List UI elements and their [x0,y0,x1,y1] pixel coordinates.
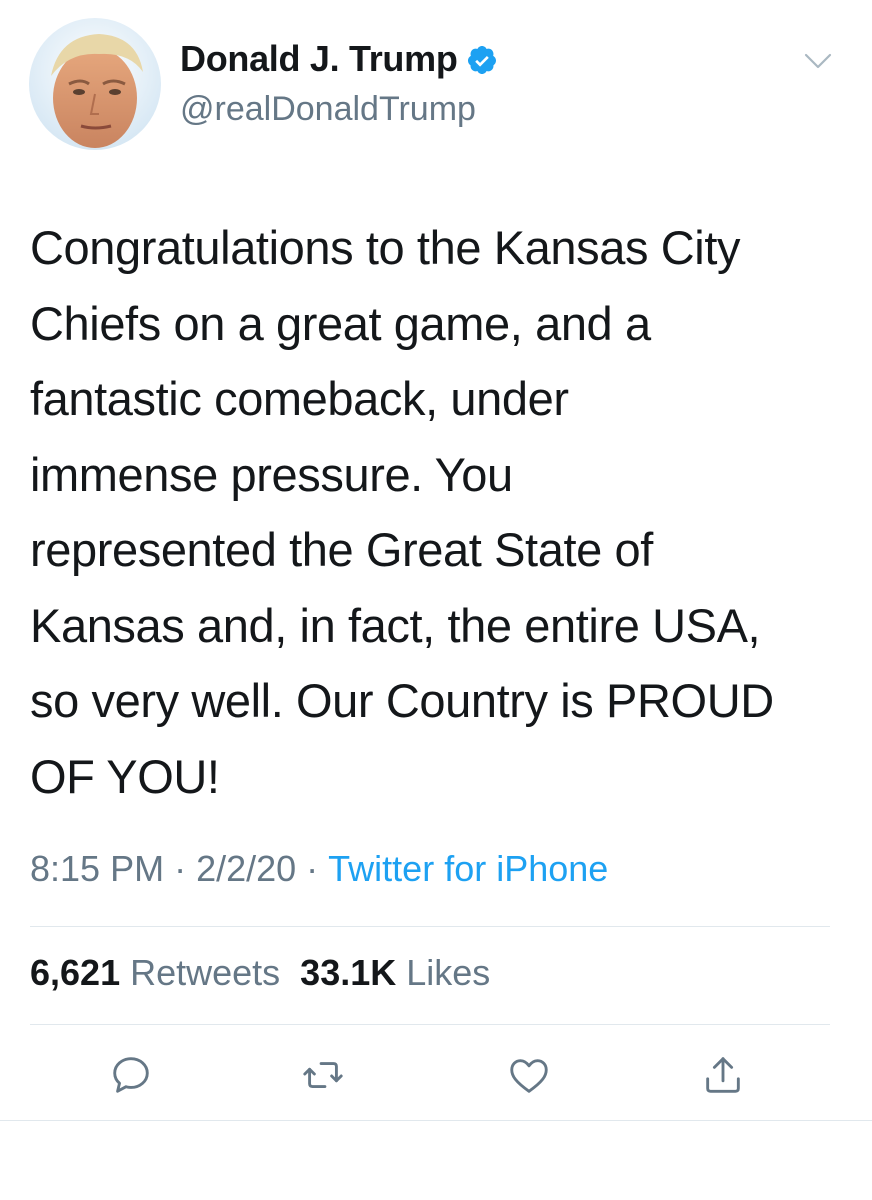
share-button[interactable] [700,1052,746,1098]
tweet-date[interactable]: 2/2/20 [196,848,296,890]
divider [0,1120,872,1121]
share-icon [706,1057,740,1093]
verified-badge-icon [466,44,498,76]
tweet-actions [0,1052,872,1102]
likes-stat[interactable]: 33.1K Likes [300,952,490,994]
author-display-name[interactable]: Donald J. Trump [180,38,458,80]
reply-icon [113,1057,149,1093]
retweet-button[interactable] [300,1052,346,1098]
retweets-label: Retweets [130,952,281,993]
tweet-meta: 8:15 PM · 2/2/20 · Twitter for iPhone [30,848,608,890]
likes-count: 33.1K [300,952,397,993]
tweet-stats: 6,621 Retweets 33.1K Likes [30,952,498,994]
avatar-image [29,18,161,150]
avatar[interactable] [29,18,161,150]
retweets-count: 6,621 [30,952,121,993]
meta-separator: · [174,848,187,889]
tweet-detail-view: Donald J. Trump @realDonaldTrump Congrat… [0,0,872,1200]
meta-separator: · [306,848,319,889]
author-handle[interactable]: @realDonaldTrump [180,90,476,129]
reply-button[interactable] [108,1052,154,1098]
divider [30,926,830,927]
tweet-text: Congratulations to the Kansas City Chief… [30,221,774,803]
divider [30,1024,830,1025]
tweet-source-link[interactable]: Twitter for iPhone [328,848,608,890]
chevron-down-icon[interactable] [800,48,836,74]
retweet-icon [303,1062,343,1088]
likes-label: Likes [406,952,491,993]
retweets-stat[interactable]: 6,621 Retweets [30,952,280,994]
tweet-time: 8:15 PM [30,848,165,889]
heart-icon [510,1059,548,1093]
author-name-row: Donald J. Trump [180,38,498,80]
like-button[interactable] [506,1052,552,1098]
